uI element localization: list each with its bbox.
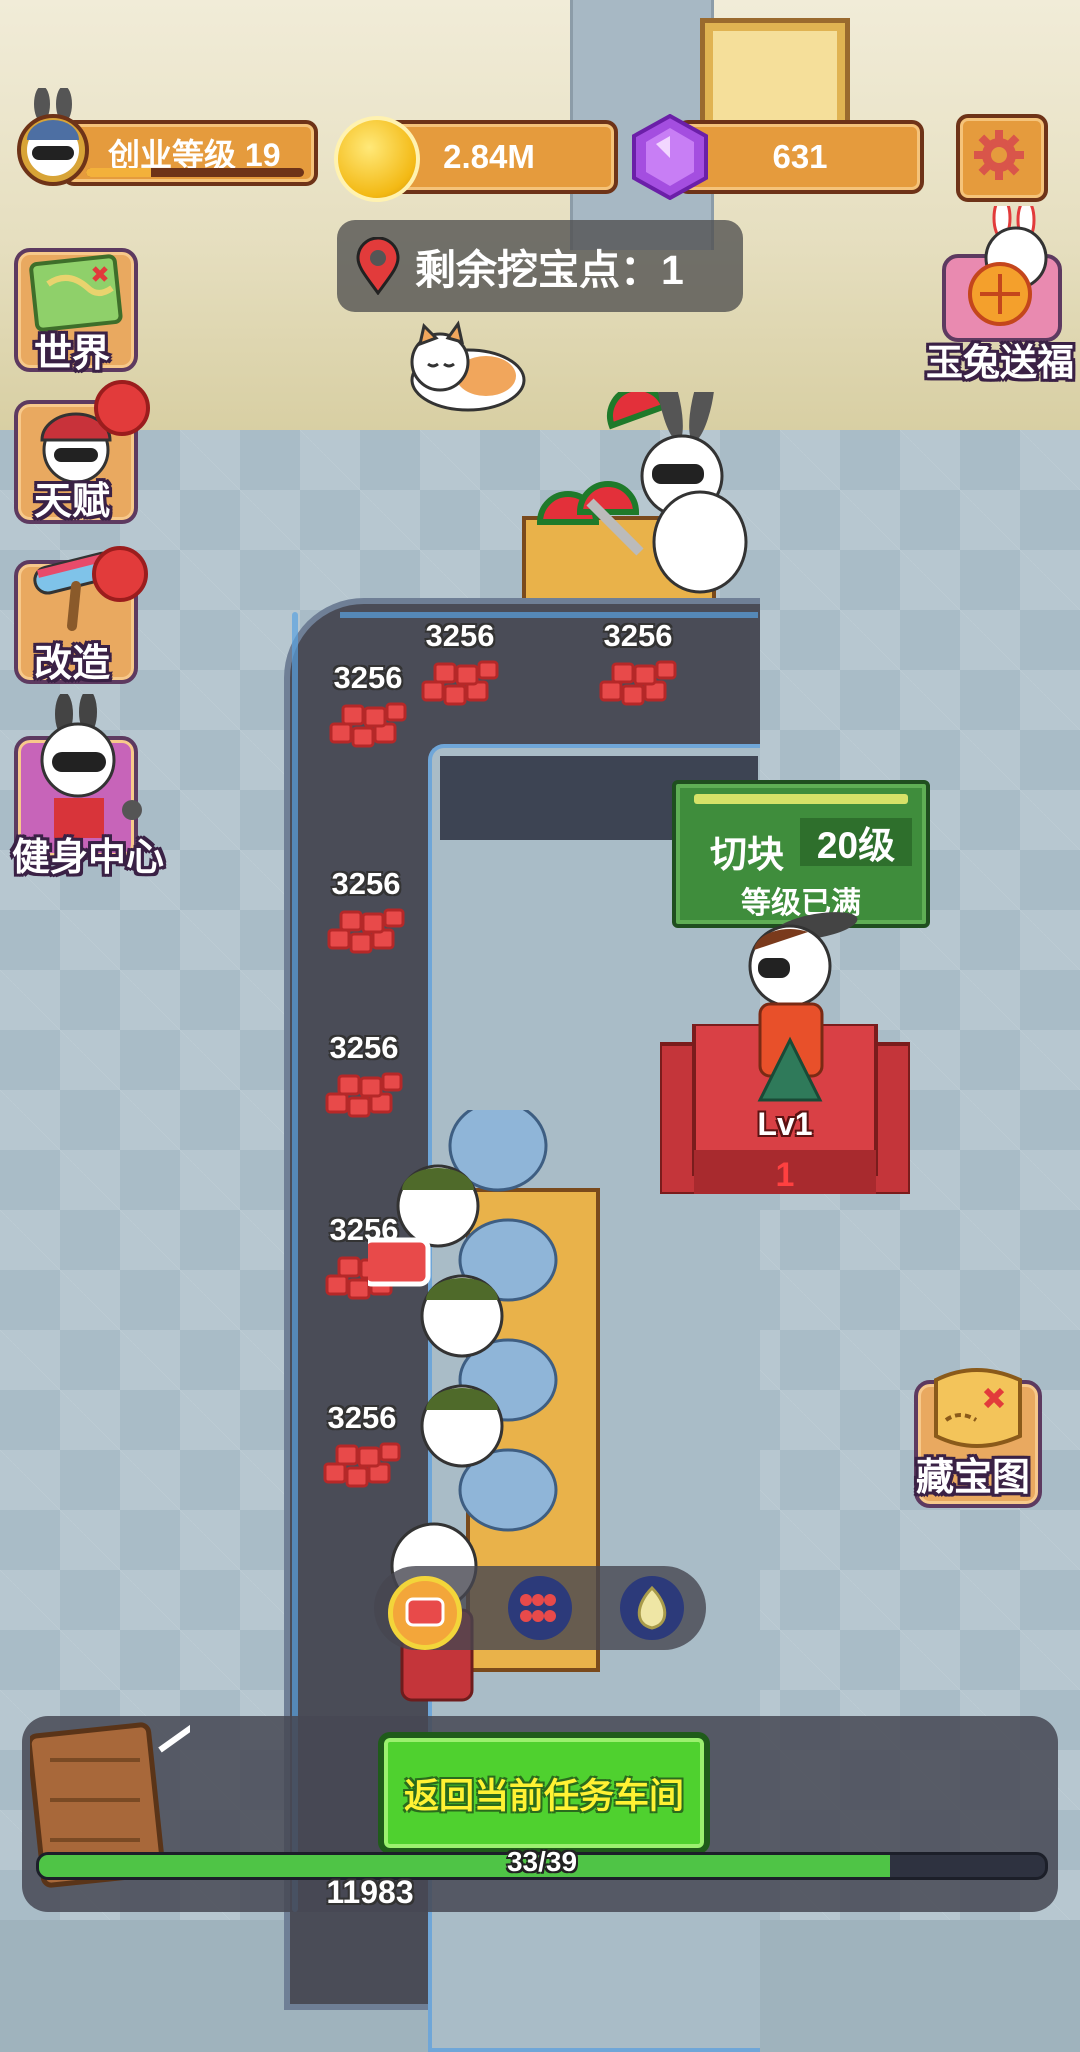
gear-icon [974, 130, 1024, 180]
level-progress-bar [86, 168, 304, 177]
meat-cubes-icon [327, 908, 405, 954]
meat-block-icon [405, 1597, 445, 1627]
conveyor-item: 3256 [318, 660, 418, 752]
dumpling-icon [637, 1585, 667, 1630]
coin-amount: 2.84M [443, 138, 535, 175]
meat-cubes-icon [421, 660, 499, 706]
jade-rabbit-gift-label: 玉兔送福 [926, 342, 1074, 383]
conveyor-item: 3256 [316, 866, 416, 958]
conveyor-item: 3256 [588, 618, 688, 710]
station-level: 20级 [800, 818, 912, 866]
remaining-dig-points-banner: 剩余挖宝点：1 [337, 220, 743, 312]
remaining-dig-points-text: 剩余挖宝点：1 [415, 247, 684, 293]
conveyor-item-count: 3256 [331, 866, 401, 901]
sleeping-cat-icon [410, 320, 526, 412]
player-avatar-icon[interactable] [10, 88, 96, 186]
conveyor-item-count: 3256 [603, 618, 673, 653]
gem-balance-panel: 631 [676, 120, 924, 194]
worker-rabbit-icon [748, 912, 858, 1102]
gym-rabbit-icon [40, 694, 142, 838]
coin-icon [334, 116, 420, 202]
conveyor-rail-top [340, 612, 758, 618]
meat-block-product-button[interactable] [388, 1576, 462, 1650]
worker-count: 1 [775, 1156, 795, 1194]
back-wall [0, 0, 1080, 430]
gym-label: 健身中心 [12, 837, 165, 879]
chef-rabbit-icon [522, 392, 748, 602]
modify-label: 改造 [34, 643, 111, 685]
product-selector [374, 1566, 706, 1650]
conveyor-item-count: 3256 [425, 618, 495, 653]
conveyor-item-count: 3256 [333, 660, 403, 695]
skewer-product-button[interactable] [508, 1576, 572, 1640]
dumpling-product-button[interactable] [620, 1576, 684, 1640]
conveyor-item: 3256 [314, 1030, 414, 1122]
station-name: 切块 [710, 834, 784, 875]
location-pin-icon [356, 237, 400, 295]
conveyor-item-count: 3256 [329, 1030, 399, 1065]
conveyor-item: 3256 [410, 618, 510, 710]
jade-rabbit-gift-icon[interactable] [940, 206, 1066, 346]
task-progress-text: 33/39 [506, 1846, 578, 1877]
modify-notification-badge [92, 546, 148, 602]
world-label: 世界 [34, 333, 111, 375]
settings-button[interactable] [956, 114, 1048, 202]
gem-icon [632, 114, 708, 200]
worker-level: Lv1 [757, 1106, 813, 1142]
treasure-map-label: 藏宝图 [916, 1457, 1031, 1499]
talent-label: 天赋 [34, 481, 111, 523]
treasure-map-icon [934, 1368, 1022, 1448]
skewer-icon [520, 1594, 556, 1622]
meat-cubes-icon [329, 702, 407, 748]
talent-notification-badge [94, 380, 150, 436]
return-to-workshop-button[interactable]: 返回当前任务车间 [378, 1732, 710, 1854]
meat-cubes-icon [599, 660, 677, 706]
bottom-item-count: 11983 [326, 1874, 414, 1910]
gem-amount: 631 [772, 138, 828, 175]
business-level-panel[interactable]: 创业等级 19 [62, 120, 318, 186]
